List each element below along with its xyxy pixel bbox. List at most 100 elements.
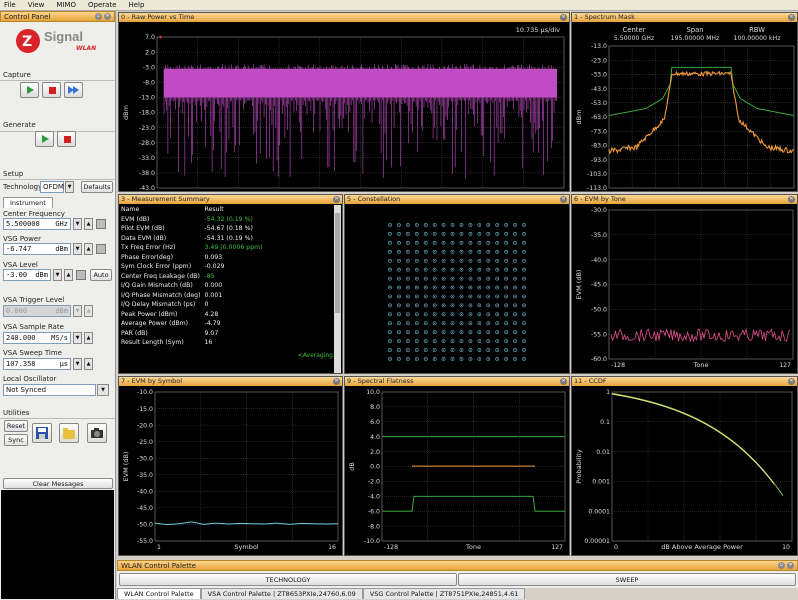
- menu-file[interactable]: File: [4, 1, 16, 9]
- center-frequency-field[interactable]: 5.500000 GHz: [3, 218, 71, 230]
- tab-wlan-control-palette[interactable]: WLAN Control Palette: [117, 588, 201, 599]
- close-icon[interactable]: ✕: [560, 378, 567, 385]
- calculator-icon[interactable]: [76, 270, 86, 280]
- constellation-center: [407, 260, 409, 262]
- calculator-icon[interactable]: [96, 244, 106, 254]
- undock-icon[interactable]: ▫: [778, 562, 785, 569]
- close-icon[interactable]: ✕: [560, 196, 567, 203]
- constellation-center: [398, 260, 400, 262]
- generate-stop-button[interactable]: [57, 131, 76, 147]
- tab-instrument[interactable]: Instrument: [3, 197, 53, 208]
- close-icon[interactable]: ✕: [787, 562, 794, 569]
- vsg-power-down[interactable]: ▼: [73, 243, 82, 255]
- control-panel-title: Control Panel: [4, 12, 51, 21]
- close-icon[interactable]: ✕: [333, 378, 340, 385]
- constellation-center: [416, 295, 418, 297]
- vsa-level-down[interactable]: ▼: [53, 269, 62, 281]
- vsa-sample-rate-field[interactable]: 240.000 MS/s: [3, 332, 71, 344]
- constellation-center: [398, 287, 400, 289]
- constellation-center: [496, 340, 498, 342]
- constellation-center: [416, 304, 418, 306]
- clear-messages-button[interactable]: Clear Messages: [3, 478, 113, 489]
- close-icon[interactable]: ✕: [333, 196, 340, 203]
- center-frequency-up[interactable]: ▲: [84, 218, 93, 230]
- constellation-center: [514, 340, 516, 342]
- vsg-power-field[interactable]: -6.747 dBm: [3, 243, 71, 255]
- technology-button[interactable]: TECHNOLOGY: [119, 573, 457, 586]
- constellation-center: [425, 358, 427, 360]
- calculator-icon[interactable]: [96, 219, 106, 229]
- constellation-center: [434, 358, 436, 360]
- table-row: Center Freq Leakage (dB) -85: [119, 272, 265, 282]
- capture-continuous-button[interactable]: [64, 82, 83, 98]
- close-icon[interactable]: ✕: [788, 14, 795, 21]
- vsa-sample-rate-down[interactable]: ▼: [73, 332, 82, 344]
- constellation-center: [434, 295, 436, 297]
- menu-view[interactable]: View: [28, 1, 45, 9]
- panel-title: 0 - Raw Power vs Time: [121, 13, 195, 21]
- panel-title: 11 - CCDF: [574, 377, 607, 385]
- constellation-center: [452, 251, 454, 253]
- constellation-center: [434, 278, 436, 280]
- auto-button[interactable]: Auto: [90, 269, 112, 281]
- undock-icon[interactable]: ▫: [95, 13, 102, 20]
- close-icon[interactable]: ✕: [560, 14, 567, 21]
- scrollbar[interactable]: [334, 205, 341, 373]
- constellation-center: [407, 313, 409, 315]
- vsa-sweep-time-down[interactable]: ▼: [73, 358, 82, 370]
- technology-select[interactable]: OFDM: [40, 181, 64, 193]
- vsg-power-up[interactable]: ▲: [84, 243, 93, 255]
- close-icon[interactable]: ✕: [788, 378, 795, 385]
- menu-help[interactable]: Help: [128, 1, 144, 9]
- constellation-center: [460, 304, 462, 306]
- constellation-center: [452, 304, 454, 306]
- constellation-center: [434, 242, 436, 244]
- constellation-center: [398, 358, 400, 360]
- save-icon[interactable]: [32, 423, 52, 443]
- center-frequency-down[interactable]: ▼: [73, 218, 82, 230]
- table-row: I/Q Delay Mismatch (ps) 0: [119, 300, 265, 310]
- plot-frame: [611, 391, 793, 542]
- capture-stop-button[interactable]: [42, 82, 61, 98]
- vsa-sweep-time-field[interactable]: 107.358 µs: [3, 358, 71, 370]
- constellation-center: [523, 224, 525, 226]
- close-icon[interactable]: ✕: [788, 196, 795, 203]
- local-oscillator-dropdown-icon[interactable]: ▼: [97, 384, 109, 396]
- constellation-plot: [388, 223, 526, 361]
- constellation-center: [523, 358, 525, 360]
- ztec-logo: Z Signal WLAN: [14, 27, 102, 57]
- reset-button[interactable]: Reset: [4, 420, 28, 432]
- vsa-level-value: -3.00: [6, 271, 28, 279]
- defaults-button[interactable]: Defaults: [81, 181, 113, 193]
- tab-vsa-control-palette[interactable]: VSA Control Palette | ZT8653PXIe,24760,6…: [200, 588, 363, 599]
- panel-title: 5 - Constellation: [347, 195, 401, 203]
- vsa-sample-rate-up[interactable]: ▲: [84, 332, 93, 344]
- open-folder-icon[interactable]: [59, 423, 79, 443]
- menu-operate[interactable]: Operate: [88, 1, 116, 9]
- camera-icon[interactable]: [87, 423, 107, 443]
- sweep-button[interactable]: SWEEP: [458, 573, 796, 586]
- constellation-center: [514, 233, 516, 235]
- measurement-name: I/Q Delay Mismatch (ps): [121, 301, 196, 309]
- constellation-center: [425, 269, 427, 271]
- constellation-center: [505, 242, 507, 244]
- sync-button[interactable]: Sync: [4, 434, 28, 446]
- capture-play-button[interactable]: [20, 82, 39, 98]
- vsa-sweep-time-up[interactable]: ▲: [84, 358, 93, 370]
- y-tick-label: 8.0: [370, 404, 380, 411]
- span-header: Span: [686, 26, 703, 34]
- close-icon[interactable]: ✕: [104, 13, 111, 20]
- generate-controls: [35, 131, 76, 147]
- x-tick-label: 1: [157, 544, 161, 551]
- tab-vsg-control-palette[interactable]: VSG Control Palette | ZT8751PXIe,24851,4…: [362, 588, 526, 599]
- technology-dropdown-icon[interactable]: ▼: [65, 181, 74, 193]
- local-oscillator-select[interactable]: Not Synced: [3, 384, 96, 396]
- vsa-level-up[interactable]: ▲: [64, 269, 73, 281]
- menu-mimo[interactable]: MIMO: [56, 1, 76, 9]
- measurement-value: 0.001: [204, 291, 223, 299]
- y-tick-label: -40.0: [591, 257, 607, 264]
- generate-play-button[interactable]: [35, 131, 54, 147]
- constellation-center: [434, 304, 436, 306]
- vsa-level-field[interactable]: -3.00 dBm: [3, 269, 51, 281]
- constellation-center: [407, 242, 409, 244]
